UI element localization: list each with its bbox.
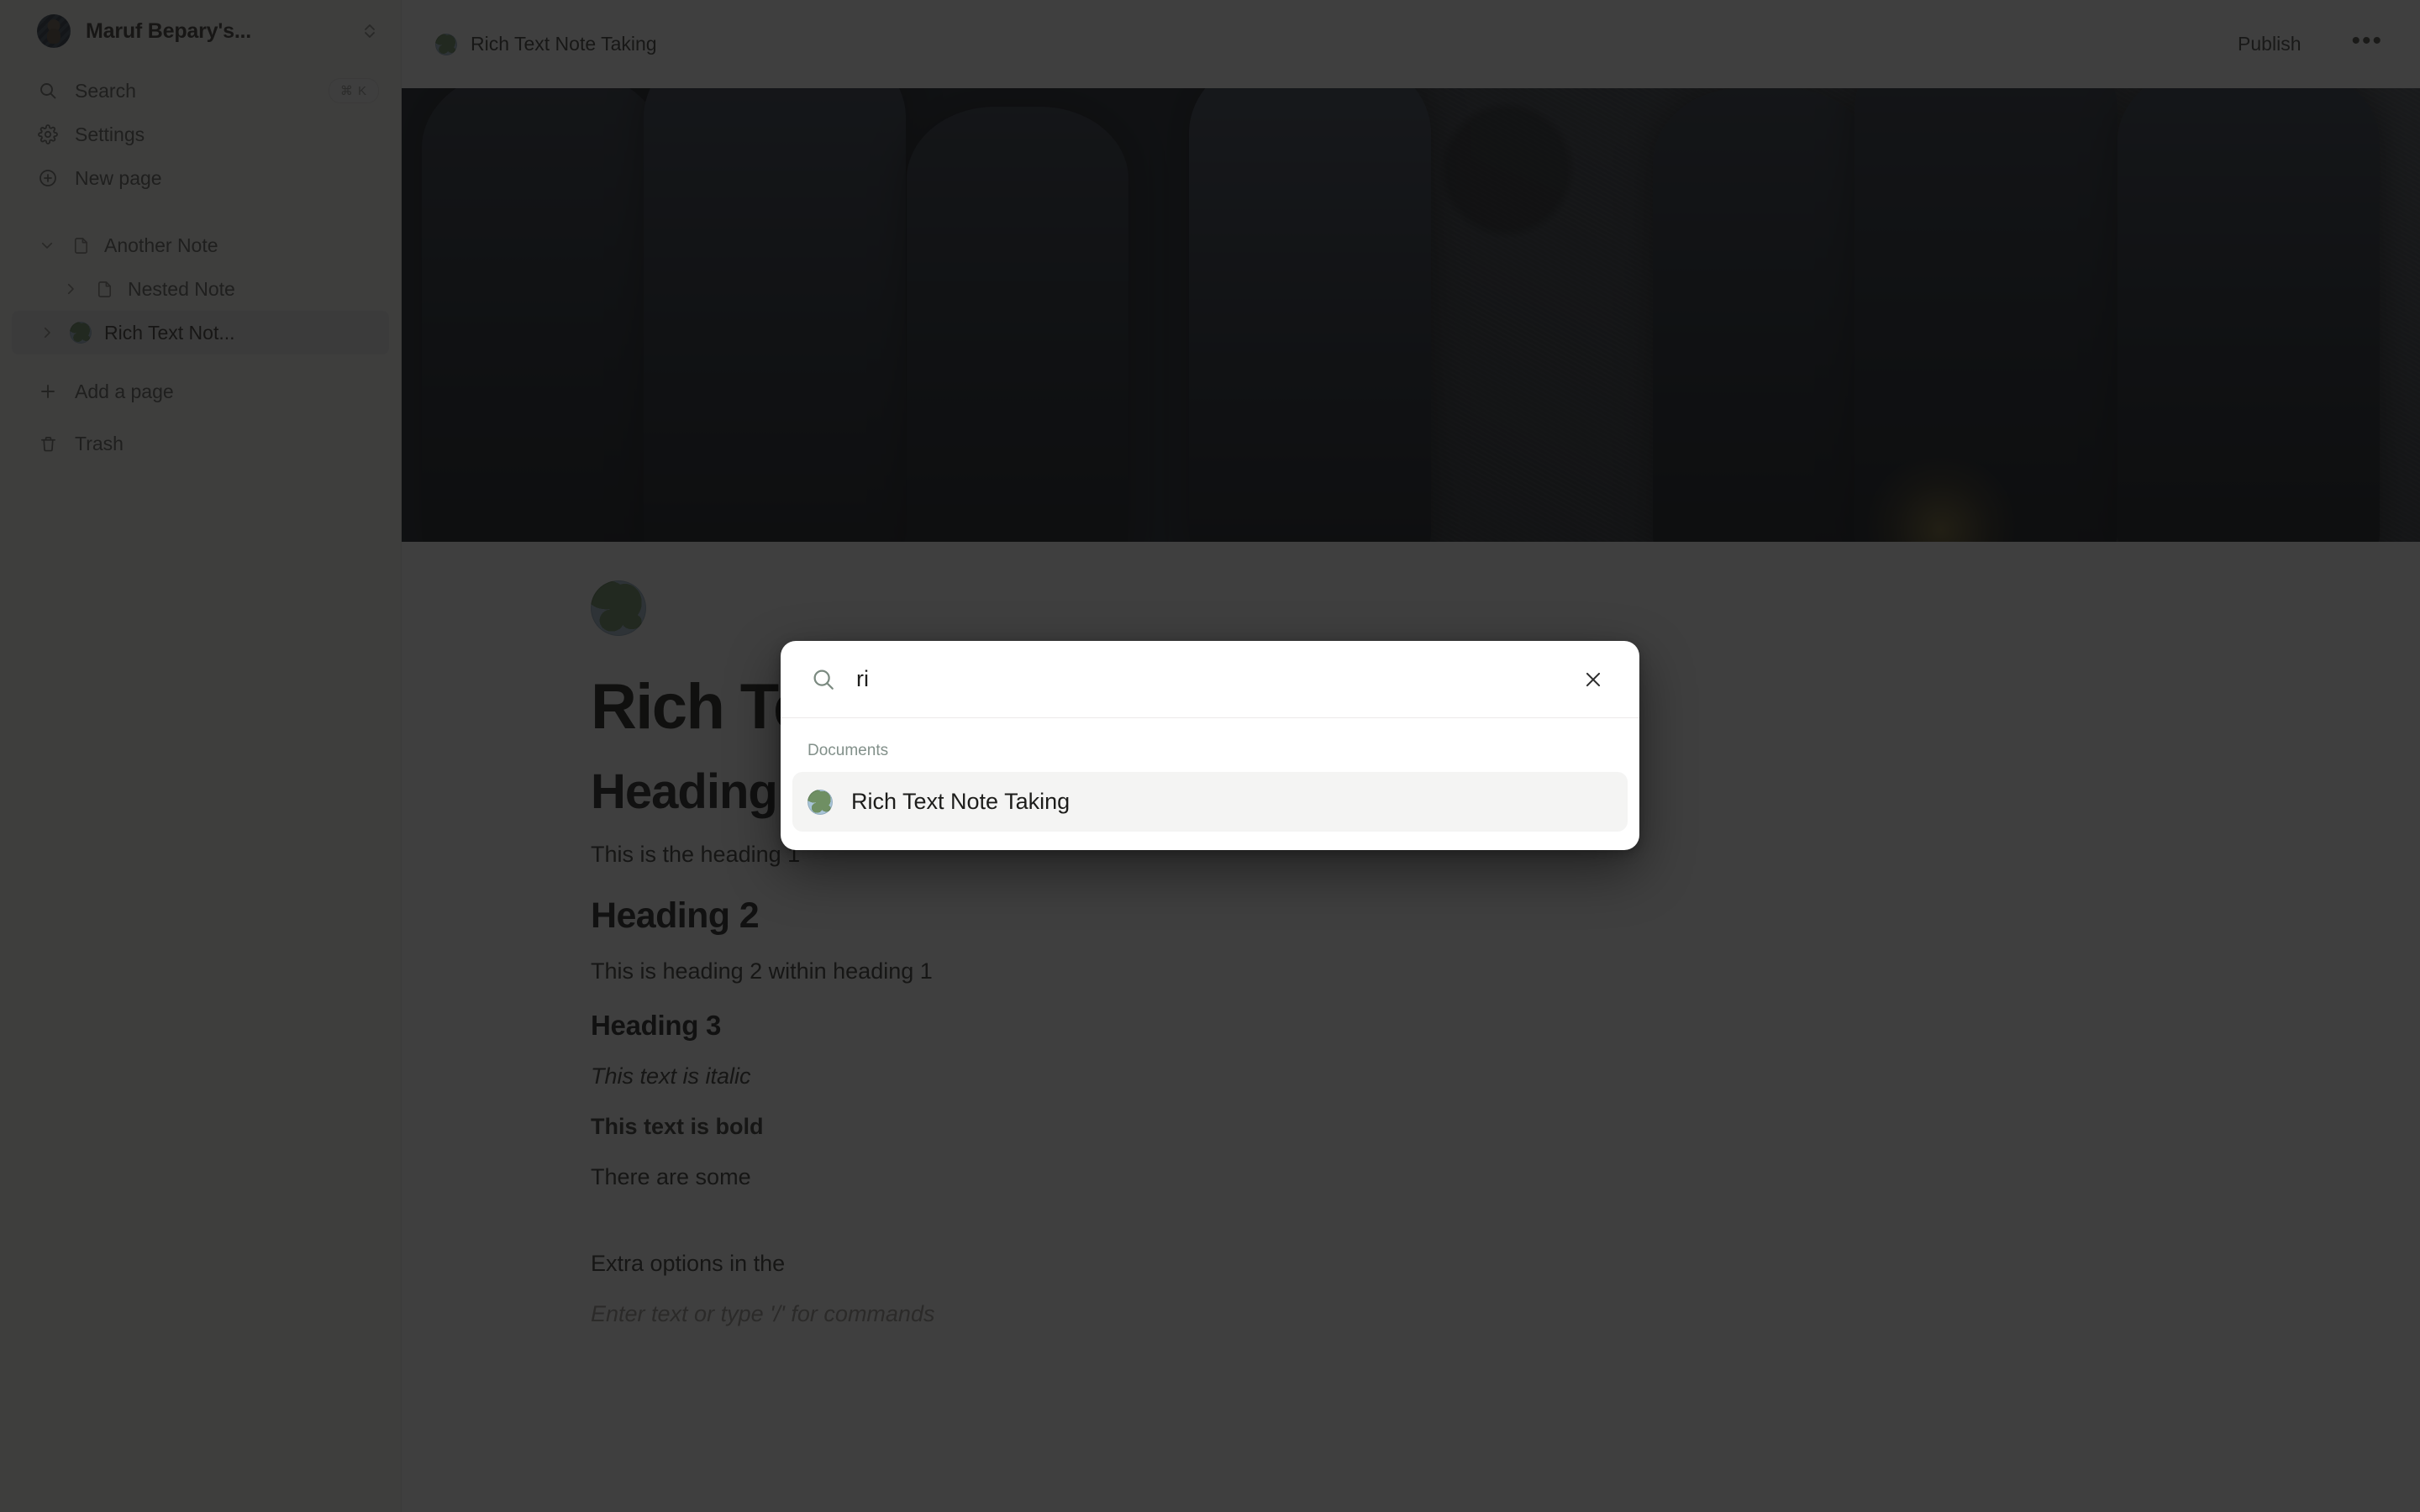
search-modal: Documents Rich Text Note Taking [781, 641, 1639, 850]
search-field-row [781, 641, 1639, 718]
search-input[interactable] [856, 666, 1559, 692]
results-group-label: Documents [808, 742, 889, 759]
search-icon [809, 665, 838, 694]
close-icon[interactable] [1577, 664, 1609, 696]
search-result-title: Rich Text Note Taking [851, 789, 1071, 814]
search-result-item[interactable]: Rich Text Note Taking [792, 772, 1628, 832]
search-results: Documents Rich Text Note Taking [781, 718, 1639, 850]
globe-emoji-icon [808, 789, 833, 815]
